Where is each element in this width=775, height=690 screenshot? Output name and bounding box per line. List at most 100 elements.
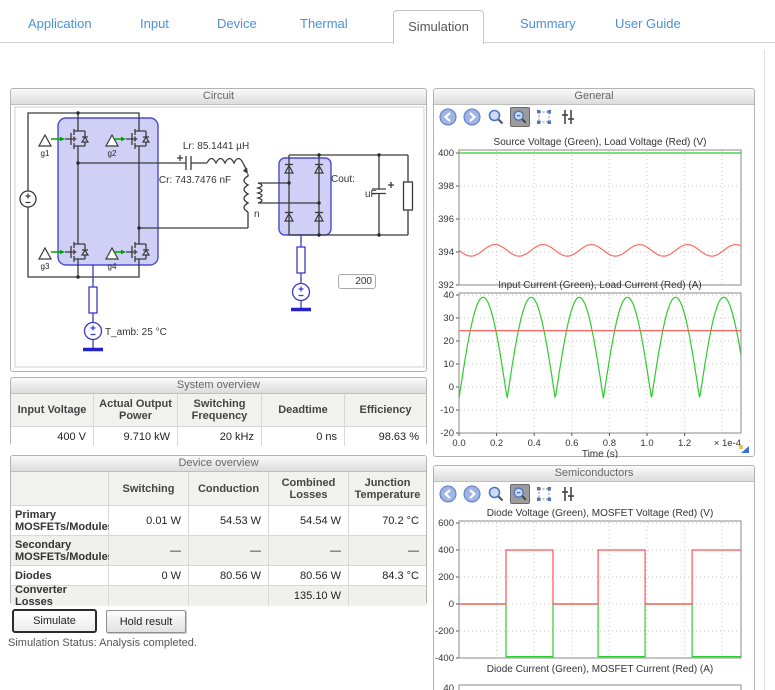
gate-label-g2: g2 (108, 149, 117, 158)
column-header: Actual Output Power (94, 394, 178, 427)
svg-text:0.4: 0.4 (528, 438, 541, 449)
simulation-tool-page: Application Input Device Thermal Simulat… (0, 0, 775, 690)
table-row: Converter Losses 135.10 W (11, 586, 426, 606)
cell: — (269, 536, 349, 566)
column-header: Switching (109, 472, 189, 506)
efficiency-value: 98.63 % (345, 427, 426, 446)
tab-user-guide[interactable]: User Guide (615, 16, 681, 31)
svg-text:Input Current (Green), Load Cu: Input Current (Green), Load Current (Red… (498, 280, 701, 291)
zoom-in-icon[interactable] (486, 484, 506, 504)
lr-label: Lr: 85.1441 µH (183, 141, 249, 152)
cell: — (109, 536, 189, 566)
svg-text:Source Voltage (Green), Load V: Source Voltage (Green), Load Voltage (Re… (494, 137, 707, 148)
resize-handle-icon[interactable] (739, 445, 750, 454)
table-row: Diodes 0 W 80.56 W 80.56 W 84.3 °C (11, 566, 426, 586)
table-row: Secondary MOSFETs/Modules — — — — (11, 536, 426, 566)
svg-text:Diode Current (Green), MOSFET: Diode Current (Green), MOSFET Current (R… (487, 664, 714, 675)
cell: 84.3 °C (349, 566, 426, 586)
tabbar-divider (0, 42, 775, 43)
cout-input[interactable] (338, 274, 376, 289)
general-panel-title: General (434, 89, 754, 105)
primary-bridge-highlight[interactable] (58, 118, 158, 265)
cout-unit-label: uF (365, 189, 377, 200)
gate-label-g1: g1 (41, 149, 50, 158)
switching-frequency-value: 20 kHz (178, 427, 262, 446)
svg-text:398: 398 (438, 181, 454, 192)
svg-text:1.0: 1.0 (640, 438, 653, 449)
svg-text:40: 40 (443, 683, 454, 690)
dc-source-symbol (20, 191, 36, 207)
cell: 0 W (109, 566, 189, 586)
row-label: Converter Losses (11, 586, 109, 606)
semiconductors-panel-title: Semiconductors (434, 466, 754, 482)
cell: 80.56 W (189, 566, 269, 586)
cell (349, 586, 426, 606)
general-chart-toolbar (438, 107, 578, 127)
semiconductor-charts: Diode Voltage (Green), MOSFET Voltage (R… (434, 509, 756, 690)
tab-summary[interactable]: Summary (520, 16, 576, 31)
cell: 0.01 W (109, 506, 189, 536)
row-label: Diodes (11, 566, 109, 586)
svg-text:0: 0 (449, 382, 454, 393)
axes-settings-icon[interactable] (558, 107, 578, 127)
svg-text:-10: -10 (440, 405, 454, 416)
back-icon[interactable] (438, 107, 458, 127)
svg-text:Time (s): Time (s) (582, 449, 618, 458)
semiconductors-chart-toolbar (438, 484, 578, 504)
svg-text:0.8: 0.8 (603, 438, 616, 449)
system-overview-title: System overview (11, 378, 426, 394)
simulation-status-text: Simulation Status: Analysis completed. (8, 637, 197, 649)
output-power-value: 9.710 kW (94, 427, 178, 446)
svg-text:× 1e-4: × 1e-4 (714, 438, 741, 449)
tab-device[interactable]: Device (217, 16, 257, 31)
forward-icon[interactable] (462, 107, 482, 127)
general-charts-panel: General Source Voltage (Green), Load Vol… (433, 88, 755, 457)
system-overview-value-row: 400 V 9.710 kW 20 kHz 0 ns 98.63 % (11, 427, 426, 446)
tab-simulation[interactable]: Simulation (393, 10, 484, 44)
svg-text:Diode Voltage (Green), MOSFET: Diode Voltage (Green), MOSFET Voltage (R… (487, 509, 714, 519)
tab-thermal[interactable]: Thermal (300, 16, 348, 31)
svg-text:30: 30 (443, 313, 454, 324)
circuit-diagram: Lr: 85.1441 µH Cr: 743.7476 nF n Cout: u… (11, 104, 428, 372)
svg-text:0.0: 0.0 (452, 438, 465, 449)
svg-text:600: 600 (438, 518, 454, 529)
cout-label: Cout: (331, 174, 355, 185)
device-overview-header-row: Switching Conduction Combined Losses Jun… (11, 472, 426, 506)
axes-settings-icon[interactable] (558, 484, 578, 504)
zoom-out-icon[interactable] (510, 107, 530, 127)
simulate-button[interactable]: Simulate (12, 609, 97, 633)
zoom-rect-icon[interactable] (534, 107, 554, 127)
cell: 70.2 °C (349, 506, 426, 536)
svg-text:40: 40 (443, 290, 454, 301)
circuit-panel: Circuit (10, 88, 427, 372)
svg-text:0.6: 0.6 (565, 438, 578, 449)
back-icon[interactable] (438, 484, 458, 504)
forward-icon[interactable] (462, 484, 482, 504)
gate-label-g4: g4 (108, 262, 117, 271)
device-overview-panel: Device overview Switching Conduction Com… (10, 455, 427, 605)
zoom-out-icon[interactable] (510, 484, 530, 504)
svg-text:396: 396 (438, 214, 454, 225)
cr-label: Cr: 743.7476 nF (159, 175, 231, 186)
cell: — (349, 536, 426, 566)
tab-input[interactable]: Input (140, 16, 169, 31)
svg-text:-400: -400 (435, 653, 454, 664)
row-label: Primary MOSFETs/Modules (11, 506, 109, 536)
column-header: Input Voltage (11, 394, 94, 427)
hold-result-button[interactable]: Hold result (106, 610, 186, 633)
semiconductors-charts-panel: Semiconductors Diode Voltage (Green), MO… (433, 465, 755, 690)
system-overview-header-row: Input Voltage Actual Output Power Switch… (11, 394, 426, 427)
device-overview-title: Device overview (11, 456, 426, 472)
cell: — (189, 536, 269, 566)
zoom-rect-icon[interactable] (534, 484, 554, 504)
column-header: Switching Frequency (178, 394, 262, 427)
svg-text:394: 394 (438, 247, 454, 258)
tab-application[interactable]: Application (28, 16, 92, 31)
svg-text:0: 0 (449, 599, 454, 610)
zoom-in-icon[interactable] (486, 107, 506, 127)
svg-text:200: 200 (438, 572, 454, 583)
svg-text:0.2: 0.2 (490, 438, 503, 449)
input-voltage-value: 400 V (11, 427, 94, 446)
column-header: Efficiency (345, 394, 426, 427)
svg-text:400: 400 (438, 148, 454, 159)
